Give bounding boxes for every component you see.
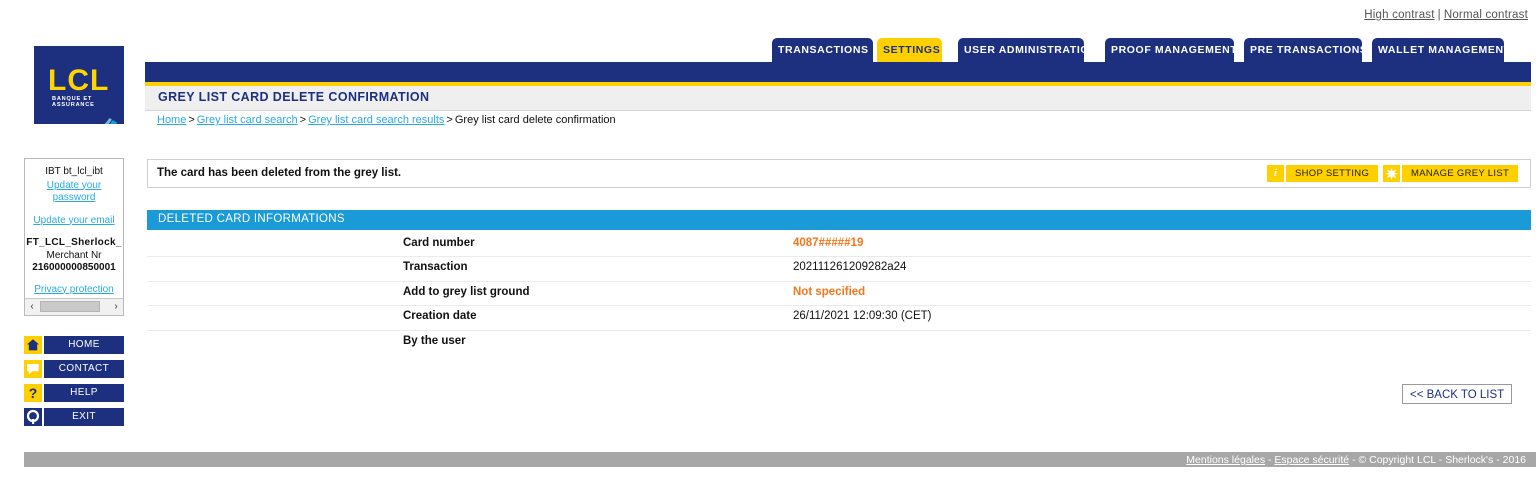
contact-icon [24, 360, 42, 378]
merchant-name: FT_LCL_Sherlock_ [26, 237, 122, 248]
merchant-number: 216000000850001 [32, 262, 116, 273]
breadcrumb-separator: > [188, 114, 195, 126]
detail-value: 202111261209282a24 [793, 261, 907, 274]
nav-button-label: HOME [44, 336, 124, 354]
logo-tagline: BANQUE ET ASSURANCE [52, 96, 95, 108]
footer-copyright: © Copyright LCL - Sherlock's - 2016 [1358, 454, 1526, 466]
detail-row: Creation date 26/11/2021 12:09:30 (CET) [147, 306, 1531, 331]
nav-button-help[interactable]: ? HELP [24, 384, 124, 402]
account-panel-scrollbar[interactable]: ‹ › [25, 298, 123, 315]
tab-user-administration[interactable]: USER ADMINISTRATION [958, 38, 1097, 62]
shop-setting-label: SHOP SETTING [1286, 165, 1379, 182]
footer-separator-1: - [1268, 454, 1272, 466]
manage-grey-list-label: MANAGE GREY LIST [1402, 165, 1519, 182]
footer-bar: Mentions légales - Espace sécurité - © C… [24, 452, 1536, 467]
merchant-number-label: Merchant Nr [46, 249, 102, 261]
footer-text: Mentions légales - Espace sécurité - © C… [1186, 454, 1526, 466]
breadcrumb-separator: > [299, 114, 307, 126]
star-icon [1383, 165, 1400, 182]
main-tabs: TRANSACTIONS SETTINGS USER ADMINISTRATION P… [140, 38, 1536, 62]
update-email-link[interactable]: Update your email [33, 215, 114, 228]
exit-icon [24, 408, 42, 426]
scroll-right-icon[interactable]: › [109, 299, 123, 314]
confirmation-message: The card has been deleted from the grey … [157, 167, 402, 179]
breadcrumb-item-2[interactable]: Grey list card search results [308, 114, 444, 126]
security-space-link[interactable]: Espace sécurité [1274, 454, 1349, 466]
nav-button-contact[interactable]: CONTACT [24, 360, 124, 378]
section-header: DELETED CARD INFORMATIONS [147, 210, 1531, 230]
tab-pre-transactions[interactable]: PRE TRANSACTIONS [1244, 38, 1367, 62]
deleted-card-details: Card number 4087#####19 Transaction 2021112… [147, 233, 1531, 354]
breadcrumb-item-0[interactable]: Home [157, 114, 186, 126]
scroll-left-icon[interactable]: ‹ [25, 299, 39, 314]
breadcrumb-separator: > [446, 114, 453, 126]
detail-label: Creation date [403, 310, 477, 323]
legal-notice-link[interactable]: Mentions légales [1186, 454, 1265, 466]
nav-button-label: HELP [44, 384, 124, 402]
nav-button-home[interactable]: HOME [24, 336, 124, 354]
detail-label: Add to grey list ground [403, 285, 530, 298]
detail-label: Transaction [403, 261, 468, 274]
detail-value: 4087#####19 [793, 237, 864, 249]
update-password-link[interactable]: Update your password [25, 180, 123, 205]
privacy-protection-link[interactable]: Privacy protection [34, 284, 113, 297]
contrast-separator: | [1437, 9, 1441, 21]
lcl-logo[interactable]: LCL BANQUE ET ASSURANCE [34, 46, 124, 124]
normal-contrast-link[interactable]: Normal contrast [1444, 9, 1528, 21]
tab-settings[interactable]: SETTINGS [877, 38, 942, 62]
footer-separator-2: - [1352, 454, 1356, 466]
logo-text: LCL [48, 64, 110, 97]
nav-band [145, 62, 1531, 82]
info-icon: i [1267, 165, 1284, 182]
page-title: GREY LIST CARD DELETE CONFIRMATION [158, 90, 430, 104]
page-title-bar: GREY LIST CARD DELETE CONFIRMATION [145, 86, 1531, 111]
scrollbar-thumb[interactable] [40, 301, 100, 312]
tab-proof-management[interactable]: PROOF MANAGEMENT [1105, 38, 1237, 62]
tab-transactions[interactable]: TRANSACTIONS [772, 38, 873, 62]
svg-text:?: ? [29, 385, 38, 401]
account-panel: IBT bt_lcl_ibt Update your password Upda… [24, 158, 124, 316]
detail-label: By the user [403, 334, 466, 347]
help-icon: ? [24, 384, 42, 402]
nav-button-label: EXIT [44, 408, 124, 426]
tab-wallet-management[interactable]: WALLET MANAGEMENT [1372, 38, 1510, 62]
app-window: High contrast | Normal contrast LCL BANQUE… [0, 0, 1536, 502]
home-icon [24, 336, 42, 354]
detail-row: Transaction 202111261209282a24 [147, 257, 1531, 282]
section-title: DELETED CARD INFORMATIONS [158, 213, 345, 225]
breadcrumb: Home > Grey list card search > Grey list car… [157, 114, 616, 126]
breadcrumb-item-3: Grey list card delete confirmation [454, 114, 616, 126]
detail-label: Card number [403, 237, 475, 249]
detail-row: Add to grey list ground Not specified [147, 282, 1531, 307]
contrast-switcher: High contrast | Normal contrast [1364, 9, 1528, 21]
detail-row: By the user [147, 331, 1531, 354]
detail-value: 26/11/2021 12:09:30 (CET) [793, 310, 932, 323]
detail-value: Not specified [793, 285, 866, 298]
high-contrast-link[interactable]: High contrast [1364, 9, 1434, 21]
nav-button-label: CONTACT [44, 360, 124, 378]
back-to-list-button[interactable]: << BACK TO LIST [1402, 384, 1513, 404]
detail-row: Card number 4087#####19 [147, 233, 1531, 258]
nav-button-exit[interactable]: EXIT [24, 408, 124, 426]
account-user: IBT bt_lcl_ibt [45, 166, 103, 177]
breadcrumb-item-1[interactable]: Grey list card search [197, 114, 298, 126]
